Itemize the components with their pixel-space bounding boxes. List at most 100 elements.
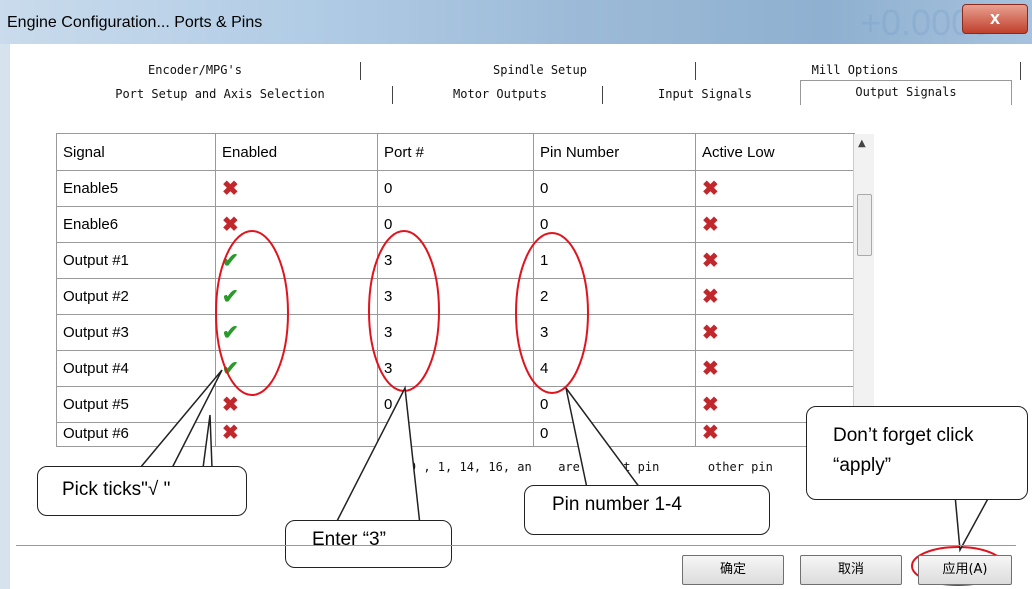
enabled-cell[interactable]: ✖ (215, 206, 378, 243)
window-title: Engine Configuration... Ports & Pins (7, 14, 263, 31)
red-x-icon[interactable]: ✖ (222, 215, 239, 235)
red-x-icon[interactable]: ✖ (702, 287, 719, 307)
table-row[interactable]: Enable5 ✖ 0 0 ✖ (56, 170, 855, 207)
red-x-icon[interactable]: ✖ (702, 179, 719, 199)
pin-callout-text: Pin number 1-4 (552, 494, 682, 515)
table-row[interactable]: Enable6 ✖ 0 0 ✖ (56, 206, 855, 243)
tab-separator (602, 86, 603, 104)
signal-cell: Output #3 (56, 314, 216, 351)
active-low-cell[interactable]: ✖ (695, 206, 855, 243)
enabled-cell[interactable]: ✔ (215, 314, 378, 351)
tab-output-signals[interactable]: Output Signals (800, 80, 1012, 105)
header-port[interactable]: Port # (377, 133, 534, 171)
tab-mill-options[interactable]: Mill Options (730, 60, 980, 80)
pin-cell[interactable]: 4 (533, 350, 696, 387)
red-x-icon[interactable]: ✖ (222, 179, 239, 199)
table-row[interactable]: Output #5 ✖ 0 0 ✖ (56, 386, 855, 423)
header-active-low[interactable]: Active Low (695, 133, 855, 171)
table-row[interactable]: Output #3 ✔ 3 3 ✖ (56, 314, 855, 351)
signal-cell: Output #6 (56, 422, 216, 447)
header-signal[interactable]: Signal (56, 133, 216, 171)
pin-cell[interactable]: 1 (533, 242, 696, 279)
red-x-icon[interactable]: ✖ (702, 215, 719, 235)
pin-cell[interactable]: 0 (533, 422, 696, 447)
tab-separator (360, 62, 361, 80)
cancel-button[interactable]: 取消 (800, 555, 902, 585)
tab-row-bottom: Port Setup and Axis Selection Motor Outp… (30, 80, 1030, 105)
enabled-cell[interactable]: ✔ (215, 350, 378, 387)
grid-header-row: Signal Enabled Port # Pin Number Active … (56, 133, 855, 171)
enabled-cell[interactable]: ✖ (215, 422, 378, 447)
close-icon: x (989, 8, 1000, 28)
header-pin-number[interactable]: Pin Number (533, 133, 696, 171)
red-x-icon[interactable]: ✖ (702, 359, 719, 379)
port-cell[interactable]: 3 (377, 278, 534, 315)
active-low-cell[interactable]: ✖ (695, 242, 855, 279)
tab-row-top: Encoder/MPG's Spindle Setup Mill Options (30, 60, 1030, 80)
active-low-cell[interactable]: ✖ (695, 170, 855, 207)
enabled-cell[interactable]: ✔ (215, 242, 378, 279)
enabled-cell[interactable]: ✖ (215, 386, 378, 423)
enabled-cell[interactable]: ✖ (215, 170, 378, 207)
apply-callout-text: Don’t forget click “apply” (833, 425, 974, 476)
active-low-cell[interactable]: ✖ (695, 350, 855, 387)
tab-input-signals[interactable]: Input Signals (620, 84, 790, 104)
pins-note-part3: other pin (707, 460, 773, 474)
red-x-icon[interactable]: ✖ (702, 251, 719, 271)
ticks-callout-text: Pick ticks"√ " (62, 479, 171, 500)
table-row[interactable]: Output #1 ✔ 3 1 ✖ (56, 242, 855, 279)
grid-scrollbar[interactable]: ▲ (853, 134, 874, 437)
green-check-icon[interactable]: ✔ (222, 323, 239, 343)
active-low-cell[interactable]: ✖ (695, 314, 855, 351)
pin-cell[interactable]: 0 (533, 206, 696, 243)
signal-cell: Enable6 (56, 206, 216, 243)
pin-cell[interactable]: 2 (533, 278, 696, 315)
red-x-icon[interactable]: ✖ (702, 424, 719, 444)
header-enabled[interactable]: Enabled (215, 133, 378, 171)
active-low-cell[interactable]: ✖ (695, 278, 855, 315)
port-callout-text: Enter “3” (312, 529, 386, 550)
close-button[interactable]: x (962, 4, 1028, 34)
pin-cell[interactable]: 0 (533, 170, 696, 207)
port-cell[interactable]: 0 (377, 170, 534, 207)
green-check-icon[interactable]: ✔ (222, 359, 239, 379)
ok-button[interactable]: 确定 (682, 555, 784, 585)
pin-cell[interactable]: 3 (533, 314, 696, 351)
pins-note: 2 - 9 , 1, 14, 16, an are output pin oth… (380, 460, 773, 474)
red-x-icon[interactable]: ✖ (222, 424, 239, 444)
scroll-thumb[interactable] (857, 194, 872, 256)
apply-button[interactable]: 应用(A) (918, 555, 1012, 585)
table-row[interactable]: Output #6 ✖ 0 0 ✖ (56, 422, 855, 447)
green-check-icon[interactable]: ✔ (222, 251, 239, 271)
table-row[interactable]: Output #4 ✔ 3 4 ✖ (56, 350, 855, 387)
signal-cell: Enable5 (56, 170, 216, 207)
tab-spindle-setup[interactable]: Spindle Setup (410, 60, 670, 80)
tab-separator (1020, 62, 1021, 80)
pin-cell[interactable]: 0 (533, 386, 696, 423)
pins-note-part1: 2 - 9 , 1, 14, 16, an (380, 460, 532, 474)
signal-cell: Output #5 (56, 386, 216, 423)
title-bar: +0.0000 Engine Configuration... Ports & … (0, 0, 1032, 44)
signal-grid: Signal Enabled Port # Pin Number Active … (56, 133, 855, 447)
pins-note-part2: are output pin (558, 460, 660, 474)
port-cell[interactable]: 0 (377, 386, 534, 423)
green-check-icon[interactable]: ✔ (222, 287, 239, 307)
scroll-up-icon[interactable]: ▲ (858, 138, 866, 149)
table-row[interactable]: Output #2 ✔ 3 2 ✖ (56, 278, 855, 315)
port-cell[interactable]: 3 (377, 314, 534, 351)
red-x-icon[interactable]: ✖ (702, 395, 719, 415)
red-x-icon[interactable]: ✖ (222, 395, 239, 415)
tab-port-setup[interactable]: Port Setup and Axis Selection (70, 84, 370, 104)
tab-separator (392, 86, 393, 104)
panel-divider (16, 545, 1016, 546)
red-x-icon[interactable]: ✖ (702, 323, 719, 343)
signal-cell: Output #4 (56, 350, 216, 387)
port-cell[interactable]: 3 (377, 350, 534, 387)
signal-cell: Output #2 (56, 278, 216, 315)
port-cell[interactable]: 0 (377, 422, 534, 447)
tab-encoder-mpg[interactable]: Encoder/MPG's (70, 60, 320, 80)
port-cell[interactable]: 3 (377, 242, 534, 279)
tab-motor-outputs[interactable]: Motor Outputs (415, 84, 585, 104)
port-cell[interactable]: 0 (377, 206, 534, 243)
enabled-cell[interactable]: ✔ (215, 278, 378, 315)
